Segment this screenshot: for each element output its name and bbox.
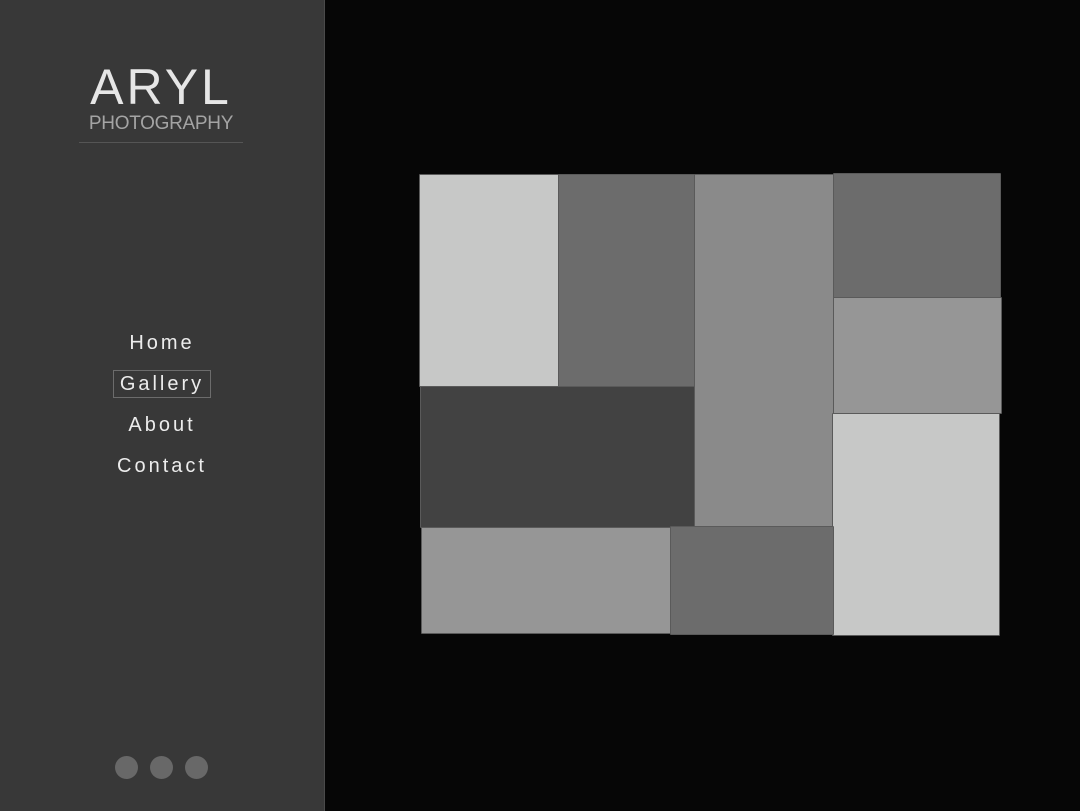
sidebar: ARYL PHOTOGRAPHY Home Gallery About Cont… [0,0,325,811]
app-root: ARYL PHOTOGRAPHY Home Gallery About Cont… [0,0,1080,811]
brand-logo[interactable]: ARYL PHOTOGRAPHY [79,60,243,134]
gallery-thumbnail-5[interactable] [833,297,1002,414]
nav-link-contact[interactable]: Contact [110,452,214,480]
social-links [115,756,208,779]
gallery-thumbnail-2[interactable] [558,174,695,387]
nav-item-home: Home [0,329,324,370]
nav-link-home[interactable]: Home [122,329,201,357]
nav-item-about: About [0,411,324,452]
social-icon-3[interactable] [185,756,208,779]
nav-item-gallery: Gallery [0,370,324,411]
nav-item-contact: Contact [0,452,324,493]
gallery-thumbnail-3[interactable] [694,174,834,527]
gallery-thumbnail-9[interactable] [670,526,834,635]
brand-name: ARYL [90,59,232,115]
social-icon-2[interactable] [150,756,173,779]
brand-tagline: PHOTOGRAPHY [88,113,234,134]
gallery-thumbnail-6[interactable] [420,386,695,528]
main-nav: Home Gallery About Contact [0,329,324,493]
gallery-thumbnail-7[interactable] [832,413,1000,636]
brand-divider [79,142,243,143]
gallery-thumbnail-8[interactable] [421,527,671,634]
social-icon-1[interactable] [115,756,138,779]
gallery-thumbnail-1[interactable] [419,174,559,387]
nav-link-gallery[interactable]: Gallery [112,370,212,398]
gallery-thumbnail-4[interactable] [833,173,1001,298]
nav-link-about[interactable]: About [121,411,202,439]
